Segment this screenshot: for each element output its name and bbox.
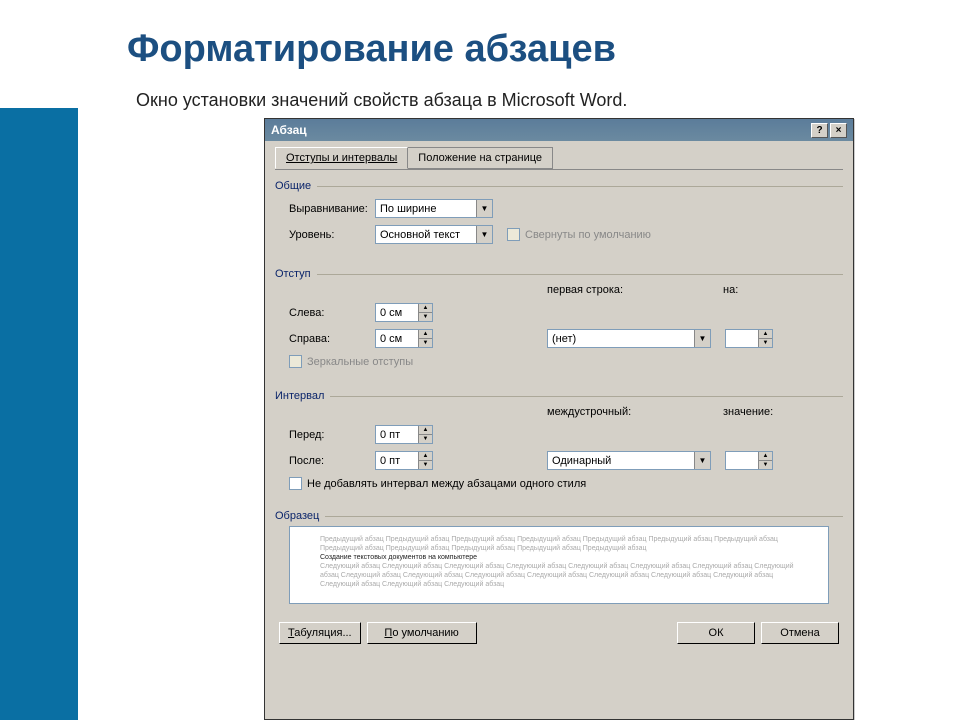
left-spinbox[interactable]: 0 см ▲▼ [375, 303, 433, 322]
chevron-down-icon: ▼ [418, 313, 432, 321]
align-combo[interactable]: По ширине ▼ [375, 199, 493, 218]
noadd-checkbox[interactable] [289, 477, 302, 490]
chevron-up-icon: ▲ [418, 330, 432, 339]
close-button[interactable]: × [830, 123, 847, 138]
firstline-combo[interactable]: (нет) ▼ [547, 329, 711, 348]
preview-next-text: Следующий абзац Следующий абзац Следующи… [320, 562, 798, 589]
chevron-down-icon: ▼ [476, 200, 492, 217]
linespacing-combo[interactable]: Одинарный ▼ [547, 451, 711, 470]
after-value: 0 пт [380, 455, 400, 467]
after-label: После: [289, 455, 375, 467]
preview-prev-text: Предыдущий абзац Предыдущий абзац Предыд… [320, 535, 798, 553]
right-label: Справа: [289, 333, 375, 345]
value-spinbox[interactable]: ▲▼ [725, 451, 773, 470]
collapse-label: Свернуты по умолчанию [525, 229, 651, 241]
group-interval: Интервал [275, 390, 843, 402]
tab-position[interactable]: Положение на странице [407, 147, 553, 169]
by-spinbox[interactable]: ▲▼ [725, 329, 773, 348]
align-value: По ширине [380, 203, 437, 215]
default-button-suffix: о умолчанию [392, 627, 458, 639]
chevron-up-icon: ▲ [758, 452, 772, 461]
left-value: 0 см [380, 307, 402, 319]
tab-indents[interactable]: Отступы и интервалы [275, 147, 408, 169]
chevron-down-icon: ▼ [694, 330, 710, 347]
chevron-up-icon: ▲ [758, 330, 772, 339]
right-spinbox[interactable]: 0 см ▲▼ [375, 329, 433, 348]
level-label: Уровень: [289, 229, 375, 241]
chevron-down-icon: ▼ [694, 452, 710, 469]
ok-button[interactable]: ОК [677, 622, 755, 644]
tab-position-label: Положение на странице [418, 152, 542, 164]
value-label: значение: [723, 406, 773, 418]
before-label: Перед: [289, 429, 375, 441]
group-indent: Отступ [275, 268, 843, 280]
titlebar: Абзац ? × [265, 119, 853, 141]
preview-current-text: Создание текстовых документов на компьют… [320, 553, 798, 562]
align-label: Выравнивание: [289, 203, 375, 215]
tabs: Отступы и интервалы Положение на страниц… [275, 147, 843, 170]
tab-indents-label: Отступы и интервалы [286, 152, 397, 164]
slide-subtitle: Окно установки значений свойств абзаца в… [136, 90, 627, 111]
help-button[interactable]: ? [811, 123, 828, 138]
chevron-down-icon: ▼ [418, 339, 432, 347]
before-value: 0 пт [380, 429, 400, 441]
noadd-label: Не добавлять интервал между абзацами одн… [307, 478, 586, 490]
dialog-title: Абзац [271, 123, 809, 137]
level-combo[interactable]: Основной текст ▼ [375, 225, 493, 244]
right-value: 0 см [380, 333, 402, 345]
group-general: Общие [275, 180, 843, 192]
left-label: Слева: [289, 307, 375, 319]
after-spinbox[interactable]: 0 пт ▲▼ [375, 451, 433, 470]
group-preview: Образец [275, 510, 843, 522]
chevron-up-icon: ▲ [418, 426, 432, 435]
linespacing-value: Одинарный [552, 455, 611, 467]
collapse-checkbox [507, 228, 520, 241]
chevron-up-icon: ▲ [418, 304, 432, 313]
cancel-button[interactable]: Отмена [761, 622, 839, 644]
tabs-button[interactable]: Табуляция... [279, 622, 361, 644]
firstline-label: первая строка: [547, 284, 723, 296]
firstline-value: (нет) [552, 333, 576, 345]
by-label: на: [723, 284, 738, 296]
chevron-down-icon: ▼ [758, 339, 772, 347]
slide-sidebar [0, 108, 78, 720]
paragraph-dialog: Абзац ? × Отступы и интервалы Положение … [264, 118, 854, 720]
chevron-up-icon: ▲ [418, 452, 432, 461]
chevron-down-icon: ▼ [418, 461, 432, 469]
level-value: Основной текст [380, 229, 460, 241]
default-button[interactable]: По умолчанию [367, 622, 477, 644]
slide-title: Форматирование абзацев [127, 28, 616, 71]
before-spinbox[interactable]: 0 пт ▲▼ [375, 425, 433, 444]
linespacing-label: междустрочный: [547, 406, 723, 418]
chevron-down-icon: ▼ [476, 226, 492, 243]
chevron-down-icon: ▼ [418, 435, 432, 443]
chevron-down-icon: ▼ [758, 461, 772, 469]
preview-box: Предыдущий абзац Предыдущий абзац Предыд… [289, 526, 829, 604]
tabs-button-suffix: абуляция... [294, 627, 351, 639]
mirror-checkbox [289, 355, 302, 368]
mirror-label: Зеркальные отступы [307, 356, 413, 368]
